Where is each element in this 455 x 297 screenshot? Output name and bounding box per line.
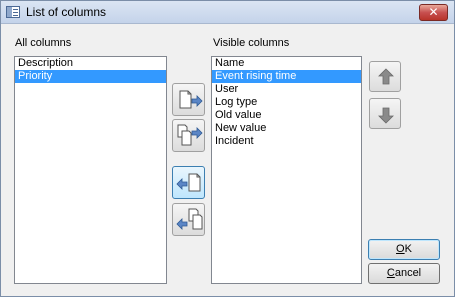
cancel-mnemonic: C: [386, 267, 395, 279]
list-item[interactable]: Event rising time: [212, 70, 361, 83]
list-item[interactable]: New value: [212, 122, 361, 135]
visible-columns-list[interactable]: Name Event rising time User Log type Old val…: [211, 56, 362, 284]
cancel-button[interactable]: Cancel: [368, 263, 440, 284]
add-column-button[interactable]: [172, 83, 205, 116]
title-bar[interactable]: List of columns ✕: [1, 1, 454, 24]
ok-mnemonic: O: [396, 243, 405, 255]
ok-button[interactable]: OK: [368, 239, 440, 260]
list-item[interactable]: Priority: [15, 70, 166, 83]
close-button[interactable]: ✕: [419, 4, 448, 21]
list-item[interactable]: User: [212, 83, 361, 96]
window-title: List of columns: [26, 5, 107, 19]
remove-all-columns-button[interactable]: [172, 203, 205, 236]
list-item[interactable]: Incident: [212, 135, 361, 148]
move-down-button[interactable]: [369, 98, 401, 129]
all-columns-list[interactable]: Description Priority: [14, 56, 167, 284]
cancel-label-rest: ancel: [394, 267, 422, 279]
move-up-button[interactable]: [369, 61, 401, 92]
ok-label-rest: K: [404, 243, 412, 255]
add-all-columns-button[interactable]: [172, 119, 205, 152]
remove-column-button[interactable]: [172, 166, 205, 199]
list-item[interactable]: Old value: [212, 109, 361, 122]
app-window-icon: [6, 6, 20, 18]
dialog-window: List of columns ✕ All columns Descriptio…: [0, 0, 455, 297]
list-item[interactable]: Log type: [212, 96, 361, 109]
list-item[interactable]: Name: [212, 57, 361, 70]
all-columns-label: All columns: [15, 37, 72, 49]
visible-columns-label: Visible columns: [213, 37, 290, 49]
list-item[interactable]: Description: [15, 57, 166, 70]
